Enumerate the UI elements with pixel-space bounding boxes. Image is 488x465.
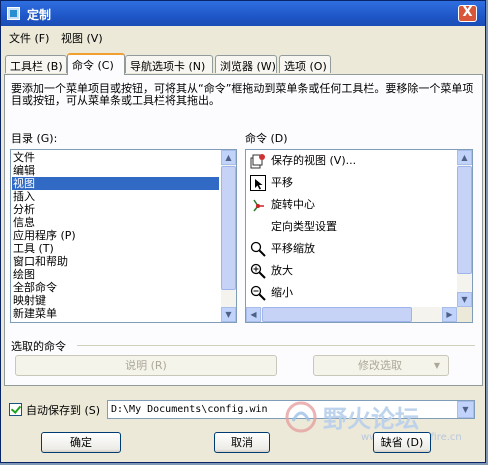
scroll-thumb[interactable]: [262, 307, 412, 322]
command-label: 旋转中心: [271, 198, 315, 211]
commands-hscrollbar[interactable]: ◀ ▶: [246, 307, 457, 322]
modify-selection-label: 修改选取: [358, 359, 402, 372]
menu-bar: 文件 (F) 视图 (V): [1, 27, 485, 47]
customize-dialog: 定制 X 文件 (F) 视图 (V) 工具栏 (B) 命令 (C) 导航选项卡 …: [0, 0, 486, 463]
list-item[interactable]: 映射键: [12, 294, 46, 307]
list-item[interactable]: 工具 (T): [12, 242, 54, 255]
tab-options[interactable]: 选项 (O): [279, 55, 331, 73]
command-label: 保存的视图 (V)...: [271, 154, 357, 167]
rotate-center-icon: [253, 199, 264, 212]
scroll-down-button[interactable]: ▼: [221, 307, 236, 322]
commands-label: 命令 (D): [245, 132, 288, 145]
list-item[interactable]: 全部命令: [12, 281, 57, 294]
menu-view[interactable]: 视图 (V): [61, 30, 103, 46]
scroll-right-button[interactable]: ▶: [442, 307, 457, 322]
app-icon: [7, 7, 20, 20]
group-divider: [77, 345, 475, 346]
watermark-text: 野火论坛: [323, 405, 419, 433]
scroll-corner: [457, 307, 472, 322]
command-label: 缩小: [271, 286, 293, 299]
tab-browser[interactable]: 浏览器 (W): [215, 55, 277, 73]
forum-logo-icon: [285, 401, 317, 433]
menu-file[interactable]: 文件 (F): [9, 30, 49, 46]
describe-button[interactable]: 说明 (R): [15, 355, 277, 376]
scroll-down-button[interactable]: ▼: [457, 292, 472, 307]
modify-selection-button[interactable]: 修改选取 ▼: [313, 355, 449, 376]
pan-icon: [250, 175, 266, 191]
commands-panel: 要添加一个菜单项目或按钮，可将其从“命令”框拖动到菜单条或任何工具栏。要移除一个…: [4, 74, 483, 386]
scroll-thumb[interactable]: [221, 166, 236, 290]
selected-command-label: 选取的命令: [11, 340, 66, 353]
autosave-path-value: D:\My Documents\config.win: [111, 404, 268, 415]
list-item[interactable]: 文件: [12, 151, 35, 164]
categories-label: 目录 (G):: [11, 132, 58, 145]
saved-views-icon: [250, 154, 265, 169]
command-label: 放大: [271, 264, 293, 277]
tab-strip: 工具栏 (B) 命令 (C) 导航选项卡 (N) 浏览器 (W) 选项 (O): [1, 53, 485, 75]
autosave-checkbox[interactable]: [9, 403, 22, 416]
list-item-selected[interactable]: 视图: [12, 177, 219, 190]
list-item[interactable]: 信息: [12, 216, 35, 229]
pan-zoom-icon: [250, 241, 266, 257]
categories-scrollbar[interactable]: ▲ ▼: [221, 150, 236, 322]
scroll-left-button[interactable]: ◀: [246, 307, 261, 322]
window-title: 定制: [27, 8, 52, 22]
commands-list[interactable]: 保存的视图 (V)... 平移 旋转中心 定向类型设置 平移缩放 放大 缩小 ▲…: [245, 149, 473, 323]
ok-button[interactable]: 确定: [41, 432, 121, 453]
scroll-up-button[interactable]: ▲: [457, 150, 472, 165]
list-item[interactable]: 插入: [12, 190, 35, 203]
list-item[interactable]: 编辑: [12, 164, 35, 177]
command-label: 平移: [271, 176, 293, 189]
command-label: 平移缩放: [271, 242, 315, 255]
scroll-thumb[interactable]: [457, 166, 472, 274]
categories-list[interactable]: 文件 编辑 视图 插入 分析 信息 应用程序 (P) 工具 (T) 窗口和帮助 …: [10, 149, 237, 323]
zoom-out-icon: [250, 285, 266, 301]
command-label: 定向类型设置: [271, 220, 337, 233]
title-bar[interactable]: 定制 X: [1, 1, 485, 26]
instructions-text: 要添加一个菜单项目或按钮，可将其从“命令”框拖动到菜单条或任何工具栏。要移除一个…: [11, 82, 474, 107]
list-item[interactable]: 新建菜单: [12, 307, 57, 320]
list-item[interactable]: 应用程序 (P): [12, 229, 76, 242]
autosave-label: 自动保存到 (S): [26, 404, 101, 417]
close-button[interactable]: X: [458, 5, 477, 22]
tab-navigator[interactable]: 导航选项卡 (N): [125, 55, 213, 73]
list-item[interactable]: 绘图: [12, 268, 35, 281]
path-dropdown-button[interactable]: ▼: [457, 401, 474, 418]
scroll-up-button[interactable]: ▲: [221, 150, 236, 165]
zoom-in-icon: [250, 263, 266, 279]
tab-toolbars[interactable]: 工具栏 (B): [5, 55, 67, 73]
defaults-button[interactable]: 缺省 (D): [373, 432, 431, 453]
dropdown-arrow-icon: ▼: [433, 361, 440, 370]
tab-commands[interactable]: 命令 (C): [67, 53, 125, 75]
commands-vscrollbar[interactable]: ▲ ▼: [457, 150, 472, 307]
list-item[interactable]: 分析: [12, 203, 35, 216]
cancel-button[interactable]: 取消: [214, 432, 270, 453]
list-item[interactable]: 窗口和帮助: [12, 255, 68, 268]
